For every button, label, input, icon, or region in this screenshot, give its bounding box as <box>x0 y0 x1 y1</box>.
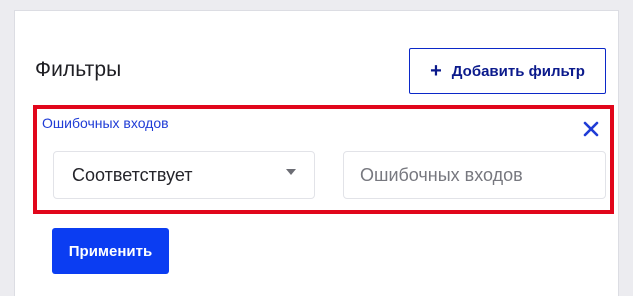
close-icon[interactable] <box>582 120 600 138</box>
filter-field-label: Ошибочных входов <box>42 115 169 131</box>
filter-row-highlighted: Ошибочных входов Соответствует <box>33 105 614 214</box>
add-filter-button[interactable]: + Добавить фильтр <box>409 48 606 94</box>
plus-icon: + <box>430 60 442 82</box>
chevron-down-icon <box>286 169 296 175</box>
add-filter-label: Добавить фильтр <box>451 62 585 80</box>
apply-button[interactable]: Применить <box>52 228 169 274</box>
screen-background: Фильтры + Добавить фильтр Ошибочных вход… <box>0 0 633 296</box>
condition-select-value: Соответствует <box>72 164 193 185</box>
condition-select[interactable]: Соответствует <box>53 151 315 199</box>
panel-title: Фильтры <box>35 58 122 81</box>
filter-value-input[interactable] <box>343 151 606 199</box>
